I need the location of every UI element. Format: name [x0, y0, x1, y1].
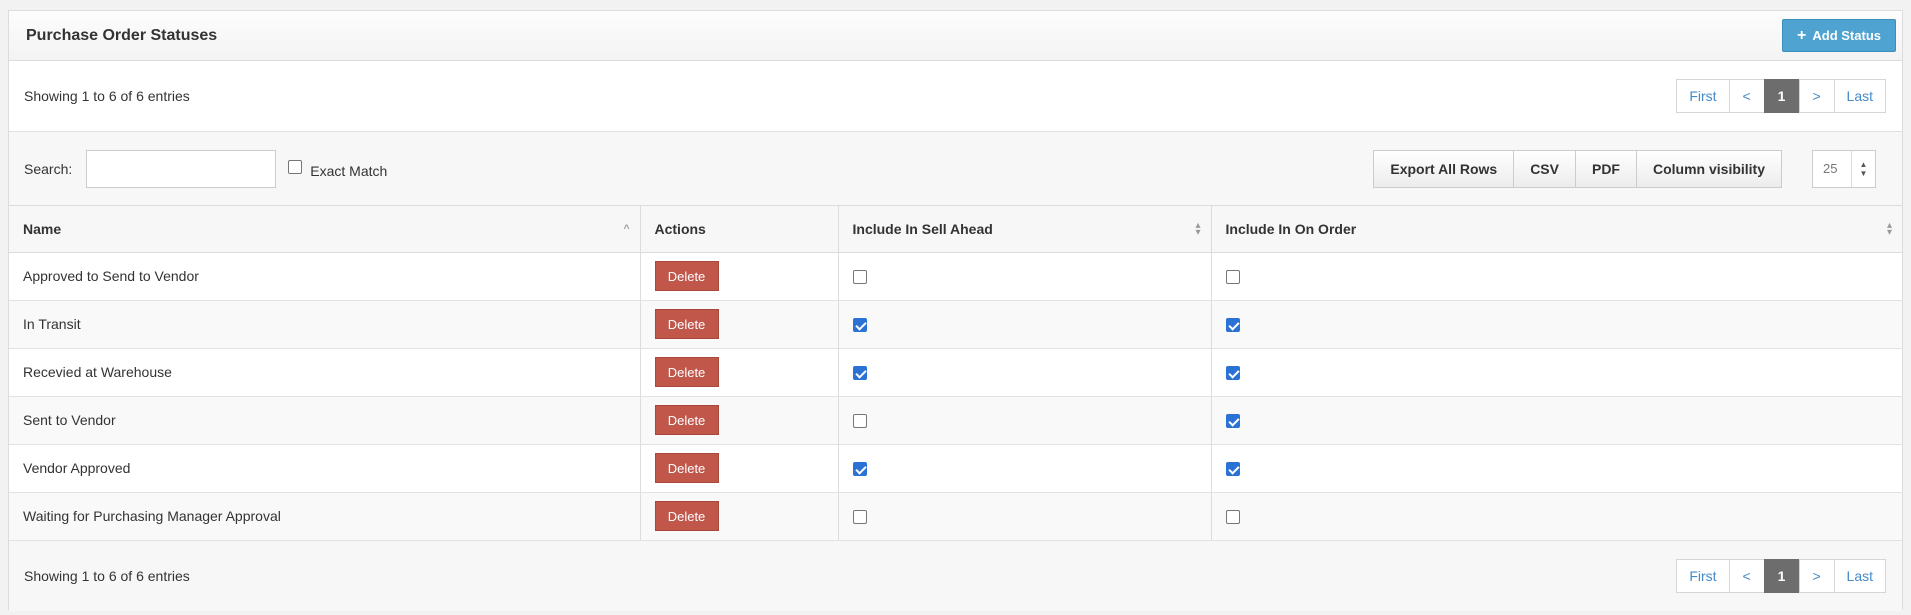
entries-info-bottom: Showing 1 to 6 of 6 entries [24, 567, 190, 584]
actions-cell: Delete [640, 252, 839, 301]
export-all-rows-button[interactable]: Export All Rows [1373, 149, 1515, 188]
on-order-cell [1211, 444, 1902, 493]
table-row: In Transit Delete [9, 300, 1902, 349]
sell-ahead-cell [838, 348, 1212, 397]
exact-match-label: Exact Match [310, 162, 388, 179]
search-area: Search: Exact Match [24, 149, 387, 188]
page-first-button[interactable]: First [1676, 558, 1730, 593]
page-current-button[interactable]: 1 [1763, 79, 1800, 113]
statuses-table: Name ^ Actions Include In Sell Ahead ▴ ▾ … [9, 206, 1902, 541]
sell-ahead-checkbox[interactable] [852, 318, 867, 333]
status-name-cell: In Transit [9, 300, 641, 349]
search-input[interactable] [86, 149, 277, 188]
actions-cell: Delete [640, 444, 839, 493]
on-order-checkbox[interactable] [1225, 270, 1240, 285]
sell-ahead-checkbox[interactable] [852, 270, 867, 285]
csv-button[interactable]: CSV [1513, 149, 1576, 188]
page-length-value: 25 [1823, 161, 1838, 176]
toolbar-right: Export All Rows CSV PDF Column visibilit… [1373, 149, 1876, 188]
page-length-select[interactable]: 25 ▲ ▼ [1812, 149, 1876, 188]
actions-cell: Delete [640, 396, 839, 445]
on-order-cell [1211, 252, 1902, 301]
pagination-bottom: First < 1 > Last [1676, 558, 1886, 593]
sell-ahead-checkbox[interactable] [852, 366, 867, 381]
exact-match-checkbox[interactable] [288, 159, 303, 174]
sort-asc-icon: ^ [623, 223, 630, 235]
delete-button[interactable]: Delete [654, 261, 719, 291]
page-title: Purchase Order Statuses [26, 26, 218, 44]
sort-both-icon: ▴ ▾ [1195, 219, 1201, 238]
sell-ahead-checkbox[interactable] [852, 510, 867, 525]
add-status-label: Add Status [1812, 28, 1881, 43]
delete-button[interactable]: Delete [654, 501, 719, 531]
column-visibility-button[interactable]: Column visibility [1635, 149, 1782, 188]
column-header-sell-ahead[interactable]: Include In Sell Ahead ▴ ▾ [838, 206, 1212, 253]
delete-button[interactable]: Delete [654, 405, 719, 435]
page-next-button[interactable]: > [1798, 558, 1835, 593]
column-header-on-order[interactable]: Include In On Order ▴ ▾ [1211, 206, 1902, 253]
pdf-button[interactable]: PDF [1574, 149, 1637, 188]
on-order-checkbox[interactable] [1225, 462, 1240, 477]
delete-button[interactable]: Delete [654, 309, 719, 339]
actions-cell: Delete [640, 348, 839, 397]
column-header-actions: Actions [640, 206, 839, 253]
page-prev-button[interactable]: < [1728, 79, 1765, 113]
sell-ahead-cell [838, 444, 1212, 493]
table-row: Sent to Vendor Delete [9, 396, 1902, 445]
sell-ahead-cell [838, 492, 1212, 541]
sort-both-icon: ▴ ▾ [1886, 219, 1892, 238]
plus-icon: + [1797, 26, 1807, 44]
on-order-checkbox[interactable] [1225, 510, 1240, 525]
table-row: Recevied at Warehouse Delete [9, 348, 1902, 397]
status-name-cell: Recevied at Warehouse [9, 348, 641, 397]
on-order-checkbox[interactable] [1225, 318, 1240, 333]
pagination-top: First < 1 > Last [1676, 79, 1886, 113]
sell-ahead-checkbox[interactable] [852, 414, 867, 429]
panel-header: Purchase Order Statuses + Add Status [9, 11, 1902, 61]
status-name-cell: Vendor Approved [9, 444, 641, 493]
sell-ahead-cell [838, 252, 1212, 301]
on-order-checkbox[interactable] [1225, 414, 1240, 429]
page-current-button[interactable]: 1 [1763, 558, 1800, 593]
column-header-name[interactable]: Name ^ [9, 206, 641, 253]
search-label: Search: [24, 160, 73, 177]
table-toolbar: Search: Exact Match Export All Rows CSV … [9, 132, 1902, 206]
sell-ahead-checkbox[interactable] [852, 462, 867, 477]
entries-info: Showing 1 to 6 of 6 entries [24, 88, 190, 104]
exact-match-option[interactable]: Exact Match [288, 159, 387, 179]
table-row: Vendor Approved Delete [9, 444, 1902, 493]
table-body: Approved to Send to Vendor Delete In Trans… [9, 252, 1902, 541]
page-first-button[interactable]: First [1676, 79, 1730, 113]
page-prev-button[interactable]: < [1728, 558, 1765, 593]
delete-button[interactable]: Delete [654, 453, 719, 483]
status-name-cell: Approved to Send to Vendor [9, 252, 641, 301]
sell-ahead-cell [838, 300, 1212, 349]
actions-cell: Delete [640, 492, 839, 541]
delete-button[interactable]: Delete [654, 357, 719, 387]
add-status-button[interactable]: + Add Status [1782, 19, 1896, 52]
actions-cell: Delete [640, 300, 839, 349]
spinner-icon: ▲ ▼ [1851, 150, 1875, 187]
top-info-row: Showing 1 to 6 of 6 entries First < 1 > … [9, 61, 1902, 132]
bottom-info-row: Showing 1 to 6 of 6 entries First < 1 > … [9, 540, 1902, 611]
table-header-row: Name ^ Actions Include In Sell Ahead ▴ ▾ … [9, 206, 1902, 253]
table-row: Waiting for Purchasing Manager Approval D… [9, 492, 1902, 541]
page-last-button[interactable]: Last [1833, 558, 1886, 593]
page-last-button[interactable]: Last [1833, 79, 1886, 113]
page-next-button[interactable]: > [1798, 79, 1835, 113]
purchase-order-statuses-panel: Purchase Order Statuses + Add Status Sho… [8, 10, 1903, 611]
on-order-cell [1211, 300, 1902, 349]
on-order-cell [1211, 348, 1902, 397]
on-order-checkbox[interactable] [1225, 366, 1240, 381]
status-name-cell: Sent to Vendor [9, 396, 641, 445]
on-order-cell [1211, 396, 1902, 445]
table-row: Approved to Send to Vendor Delete [9, 252, 1902, 301]
on-order-cell [1211, 492, 1902, 541]
sell-ahead-cell [838, 396, 1212, 445]
export-button-group: Export All Rows CSV PDF Column visibilit… [1373, 149, 1782, 188]
status-name-cell: Waiting for Purchasing Manager Approval [9, 492, 641, 541]
